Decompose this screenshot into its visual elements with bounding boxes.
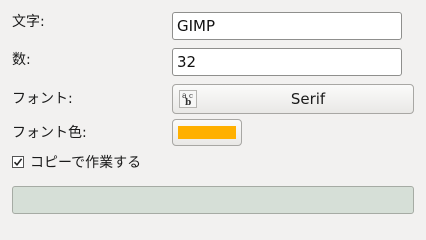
number-input[interactable] [172, 48, 402, 76]
font-color-label: フォント色: [12, 125, 87, 141]
font-label: フォント: [12, 91, 73, 107]
font-color-button[interactable] [172, 119, 242, 146]
text-input[interactable] [172, 12, 402, 40]
plugin-dialog-panel: 文字: 数: フォント: acb Serif フォント色: コピーで作業する [0, 0, 426, 230]
text-label: 文字: [12, 14, 45, 30]
work-on-copy-label: コピーで作業する [30, 155, 142, 171]
font-icon: acb [179, 90, 197, 108]
work-on-copy-checkbox-row[interactable]: コピーで作業する [12, 153, 141, 173]
number-label: 数: [12, 52, 31, 68]
work-on-copy-checkbox[interactable] [12, 156, 24, 168]
font-select-button[interactable]: acb Serif [172, 84, 414, 114]
progress-bar [12, 186, 414, 214]
font-name: Serif [290, 90, 326, 108]
font-color-swatch [178, 126, 236, 139]
